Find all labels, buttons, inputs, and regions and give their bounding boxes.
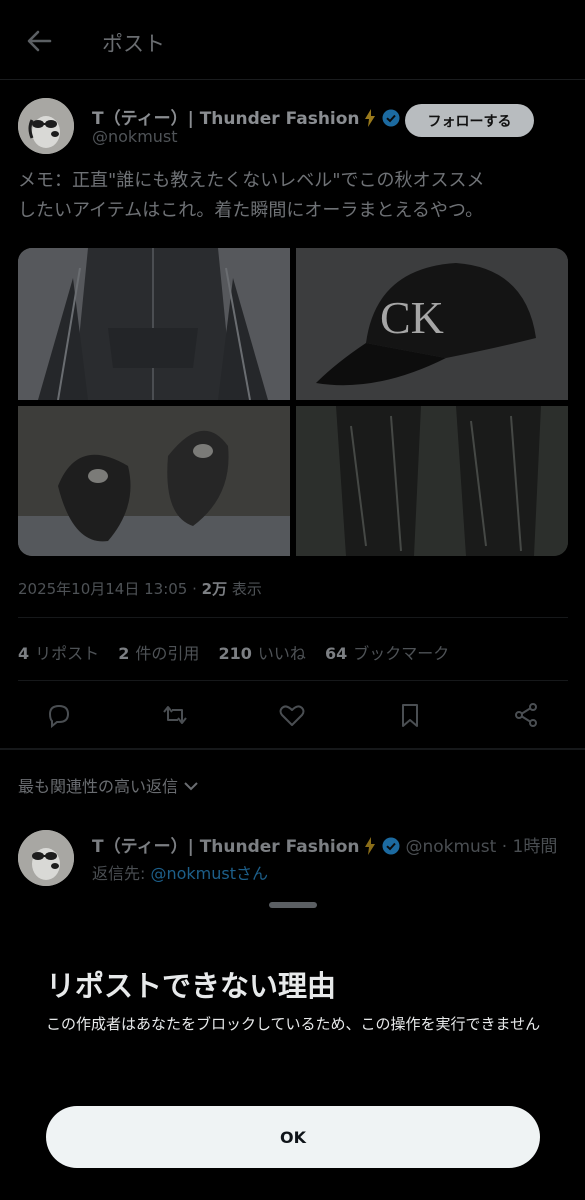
tweet-text: メモ：正直"誰にも教えたくないレベル"でこの秋オススメ したいアイテムはこれ。着… [18, 166, 573, 226]
like-button[interactable] [277, 700, 307, 730]
bookmark-icon [402, 704, 418, 727]
share-button[interactable] [511, 700, 541, 730]
post-meta: 2025年10月14日 13:05 · 2万 表示 [18, 578, 262, 599]
divider [0, 748, 585, 750]
repost-count[interactable]: 4 リポスト [18, 644, 99, 663]
reply-to-line: 返信先: @nokmustさん [92, 864, 269, 883]
tweet-line: したいアイテムはこれ。着た瞬間にオーラまとえるやつ。 [18, 200, 484, 221]
verified-badge-icon [382, 109, 400, 127]
svg-text:CK: CK [380, 292, 444, 343]
author-name[interactable]: T（ティー）| Thunder Fashion [92, 104, 400, 129]
photo-cap[interactable]: CK [296, 248, 568, 400]
photo-sneakers[interactable] [18, 406, 290, 556]
media-grid: CK [18, 248, 568, 556]
photo-pants[interactable] [296, 406, 568, 556]
reply-button[interactable] [44, 700, 74, 730]
like-count[interactable]: 210 いいね [219, 644, 306, 663]
arrow-left-icon [27, 30, 52, 52]
bookmark-button[interactable] [395, 700, 425, 730]
share-icon [515, 703, 537, 727]
divider [18, 617, 568, 618]
sheet-title: リポストできない理由 [46, 969, 337, 1003]
avatar-image [18, 98, 74, 154]
reply-to-link[interactable]: @nokmustさん [150, 864, 268, 883]
engagement-stats: 4 リポスト 2 件の引用 210 いいね 64 ブックマーク [18, 640, 463, 664]
avatar-image [18, 830, 74, 886]
lightning-icon [364, 837, 375, 855]
quote-count[interactable]: 2 件の引用 [118, 644, 199, 663]
view-count: 2万 [201, 580, 228, 598]
back-button[interactable] [24, 26, 54, 56]
page-title: ポスト [102, 32, 165, 56]
avatar[interactable] [18, 98, 74, 154]
reply-avatar[interactable] [18, 830, 74, 886]
verified-badge-icon [382, 837, 400, 855]
repost-icon [163, 706, 187, 724]
repost-button[interactable] [160, 700, 190, 730]
view-count-label: 表示 [227, 580, 262, 598]
reply-icon [48, 704, 70, 729]
reply-sort-dropdown[interactable]: 最も関連性の高い返信 [18, 773, 198, 797]
tweet-line: メモ：正直"誰にも教えたくないレベル"でこの秋オススメ [18, 170, 485, 191]
bookmark-count[interactable]: 64 ブックマーク [325, 644, 449, 663]
chevron-down-icon [184, 782, 198, 791]
reply-author[interactable]: T（ティー）| Thunder Fashion @nokmust · 1時間 [92, 832, 557, 857]
photo-hoodie[interactable] [18, 248, 290, 400]
sheet-drag-handle[interactable] [269, 902, 317, 908]
post-timestamp: 2025年10月14日 13:05 [18, 580, 188, 598]
follow-button[interactable]: フォローする [405, 104, 534, 137]
lightning-icon [364, 109, 375, 127]
sheet-message: この作成者はあなたをブロックしているため、この操作を実行できません [46, 1015, 541, 1033]
heart-icon [279, 705, 305, 726]
divider [18, 680, 568, 681]
author-handle: @nokmust [92, 127, 178, 146]
top-bar: ポスト [0, 0, 585, 80]
meta-separator: · [187, 580, 202, 598]
ok-button[interactable]: OK [46, 1106, 540, 1168]
reply-handle-time: @nokmust · 1時間 [405, 837, 558, 857]
